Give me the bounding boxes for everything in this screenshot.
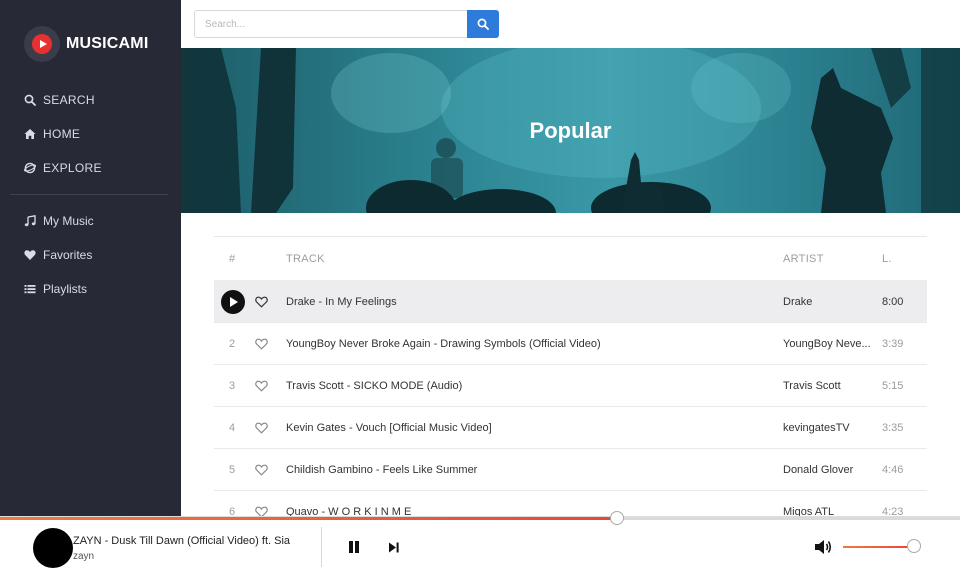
track-number: 5 [229,463,236,476]
sidebar-item-search[interactable]: SEARCH [0,83,181,117]
heart-outline-icon [255,296,268,308]
player-bar: ZAYN - Dusk Till Dawn (Official Video) f… [0,511,960,576]
home-icon [24,128,36,140]
sidebar-item-label: SEARCH [43,93,95,107]
sidebar-item-playlists[interactable]: Playlists [0,272,181,306]
player-divider [321,527,322,567]
track-title[interactable]: Childish Gambino - Feels Like Summer [286,464,783,476]
sidebar-item-label: Playlists [43,282,88,296]
heart-outline-icon [255,338,268,350]
now-playing-artist: zayn [73,551,95,562]
volume-button[interactable] [813,538,833,556]
track-length: 5:15 [882,379,904,392]
table-row[interactable]: 3 Travis Scott - SICKO MODE (Audio) Trav… [214,364,927,406]
sidebar-item-explore[interactable]: EXPLORE [0,151,181,185]
column-header-length[interactable]: L. [882,253,927,265]
track-table: # TRACK ARTIST L. Drake - In My Feelings… [214,236,927,532]
sidebar: MUSICAMI SEARCH HOME EXPLORE My Music Fa… [0,0,181,516]
explore-icon [24,162,36,174]
skip-next-icon [389,542,399,552]
heart-icon [24,249,36,261]
table-row[interactable]: Drake - In My Feelings Drake 8:00 [214,280,927,322]
track-number: 2 [229,337,236,350]
volume-icon [815,540,832,554]
track-length: 4:46 [882,463,904,476]
volume-handle[interactable] [906,539,921,553]
heart-outline-icon [255,464,268,476]
top-bar [181,0,960,48]
favorite-button[interactable] [255,422,286,434]
play-button[interactable] [221,289,245,314]
library-nav: My Music Favorites Playlists [0,204,181,306]
favorite-button[interactable] [255,296,286,308]
sidebar-item-label: Favorites [43,248,93,262]
page-title: Popular [529,118,612,143]
row-play-cell [214,289,255,314]
nav-divider [10,194,168,195]
album-art [33,528,73,568]
track-length: 8:00 [882,295,904,308]
track-title[interactable]: YoungBoy Never Broke Again - Drawing Sym… [286,338,783,350]
track-length: 3:35 [882,421,904,434]
track-number: 4 [229,421,236,434]
favorite-button[interactable] [255,338,286,350]
volume-fill [843,546,914,548]
track-length: 3:39 [882,337,904,350]
table-header: # TRACK ARTIST L. [214,236,927,280]
sidebar-item-my-music[interactable]: My Music [0,204,181,238]
column-header-track[interactable]: TRACK [286,253,783,265]
brand-name: MUSICAMI [66,35,149,52]
favorite-button[interactable] [255,380,286,392]
pause-button[interactable] [346,539,362,555]
track-artist[interactable]: Travis Scott [783,380,882,392]
track-artist[interactable]: kevingatesTV [783,422,882,434]
pause-icon [349,541,353,553]
music-note-icon [24,215,36,227]
sidebar-item-label: My Music [43,214,94,228]
sidebar-item-home[interactable]: HOME [0,117,181,151]
table-row[interactable]: 5 Childish Gambino - Feels Like Summer D… [214,448,927,490]
volume-slider[interactable] [843,539,921,553]
play-icon [230,296,238,307]
heart-outline-icon [255,422,268,434]
favorite-button[interactable] [255,464,286,476]
track-number: 3 [229,379,236,392]
progress-handle[interactable] [610,511,625,525]
sidebar-item-label: EXPLORE [43,161,102,175]
progress-fill [0,517,618,520]
search-icon [477,18,489,30]
main-nav: SEARCH HOME EXPLORE [0,83,181,185]
next-button[interactable] [386,539,402,555]
search-icon [24,94,36,106]
list-icon [24,283,36,295]
hero-banner: Popular [181,48,960,213]
table-row[interactable]: 4 Kevin Gates - Vouch [Official Music Vi… [214,406,927,448]
track-artist[interactable]: Donald Glover [783,464,882,476]
column-header-number: # [229,252,236,265]
now-playing-title: ZAYN - Dusk Till Dawn (Official Video) f… [73,535,291,547]
track-title[interactable]: Drake - In My Feelings [286,296,783,308]
track-artist[interactable]: YoungBoy Neve... [783,338,882,350]
search-input[interactable] [194,10,468,38]
brand[interactable]: MUSICAMI [24,26,148,62]
table-row[interactable]: 2 YoungBoy Never Broke Again - Drawing S… [214,322,927,364]
progress-bar[interactable] [0,511,960,525]
search-button[interactable] [467,10,499,38]
sidebar-item-favorites[interactable]: Favorites [0,238,181,272]
track-title[interactable]: Travis Scott - SICKO MODE (Audio) [286,380,783,392]
column-header-artist[interactable]: ARTIST [783,253,882,265]
logo-icon [24,26,60,62]
sidebar-item-label: HOME [43,127,81,141]
track-title[interactable]: Kevin Gates - Vouch [Official Music Vide… [286,422,783,434]
track-artist[interactable]: Drake [783,296,882,308]
heart-outline-icon [255,380,268,392]
